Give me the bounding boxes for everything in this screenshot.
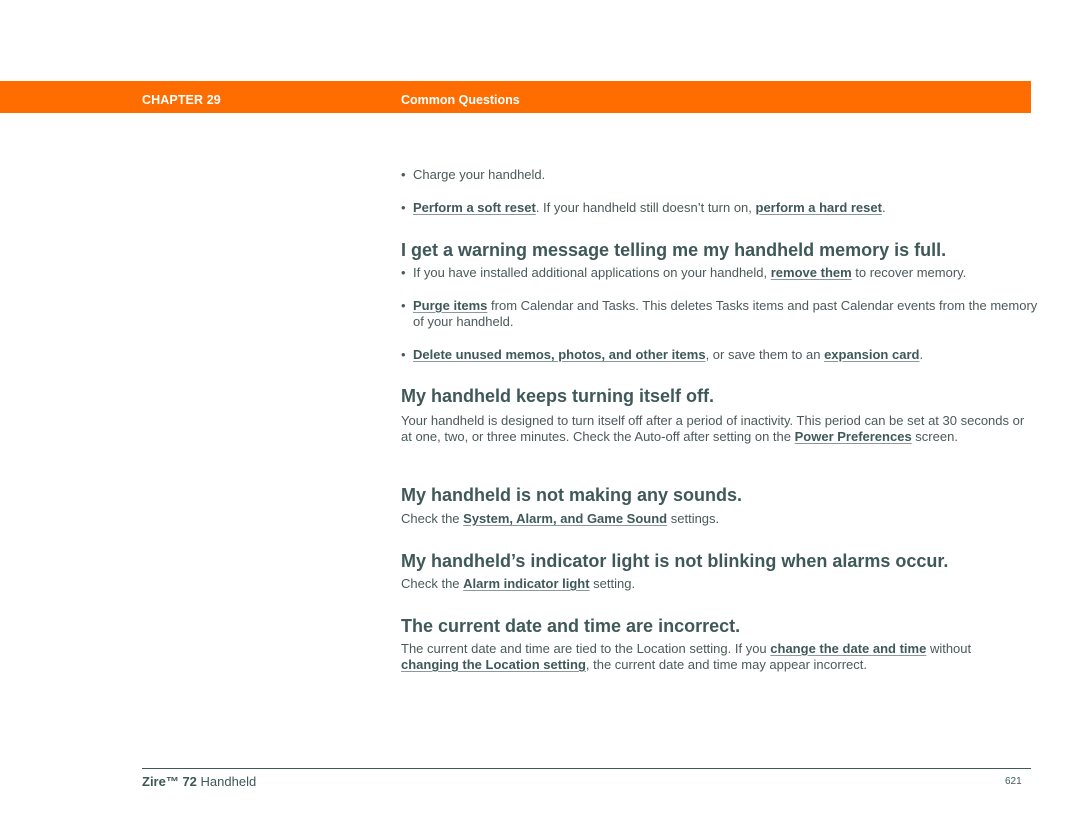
bullet-icon: •: [401, 200, 406, 215]
sound-settings-link[interactable]: System, Alarm, and Game Sound: [463, 511, 667, 526]
hard-reset-link[interactable]: perform a hard reset: [756, 200, 882, 215]
list-item: • Charge your handheld.: [401, 167, 546, 182]
section-heading-indicator: My handheld’s indicator light is not bli…: [401, 551, 949, 571]
bullet-icon: •: [401, 347, 406, 362]
list-item: • Purge items from Calendar and Tasks. T…: [401, 298, 1038, 329]
chapter-header-bar: CHAPTER 29 Common Questions: [0, 81, 1031, 113]
bullet-icon: •: [401, 167, 406, 182]
change-date-time-link[interactable]: change the date and time: [770, 641, 926, 656]
indicator-paragraph: Check the Alarm indicator light setting.: [401, 576, 636, 591]
list-item: • Delete unused memos, photos, and other…: [401, 347, 924, 362]
soft-reset-link[interactable]: Perform a soft reset: [413, 200, 536, 215]
list-item: • If you have installed additional appli…: [401, 265, 967, 280]
footer-product-name: Zire™ 72 Handheld: [142, 774, 257, 789]
remove-them-link[interactable]: remove them: [771, 265, 852, 280]
bullet-icon: •: [401, 265, 406, 280]
sounds-paragraph: Check the System, Alarm, and Game Sound …: [401, 511, 720, 526]
auto-off-paragraph: Your handheld is designed to turn itself…: [401, 413, 1025, 444]
page-number: 621: [1005, 776, 1022, 787]
section-heading-memory: I get a warning message telling me my ha…: [401, 240, 947, 260]
purge-items-link[interactable]: Purge items: [413, 298, 487, 313]
section-heading-sounds: My handheld is not making any sounds.: [401, 485, 743, 505]
delete-items-link[interactable]: Delete unused memos, photos, and other i…: [413, 347, 706, 362]
alarm-indicator-link[interactable]: Alarm indicator light: [463, 576, 589, 591]
section-heading-auto-off: My handheld keeps turning itself off.: [401, 386, 715, 406]
footer-divider: [142, 768, 1031, 769]
chapter-label: CHAPTER 29: [142, 93, 221, 107]
section-heading-datetime: The current date and time are incorrect.: [401, 616, 741, 636]
power-preferences-link[interactable]: Power Preferences: [795, 429, 912, 444]
list-item: • Perform a soft reset. If your handheld…: [401, 200, 886, 215]
bullet-icon: •: [401, 298, 406, 313]
chapter-title: Common Questions: [401, 93, 520, 107]
datetime-paragraph: The current date and time are tied to th…: [401, 641, 972, 672]
expansion-card-link[interactable]: expansion card: [824, 347, 919, 362]
location-setting-link[interactable]: changing the Location setting: [401, 657, 586, 672]
